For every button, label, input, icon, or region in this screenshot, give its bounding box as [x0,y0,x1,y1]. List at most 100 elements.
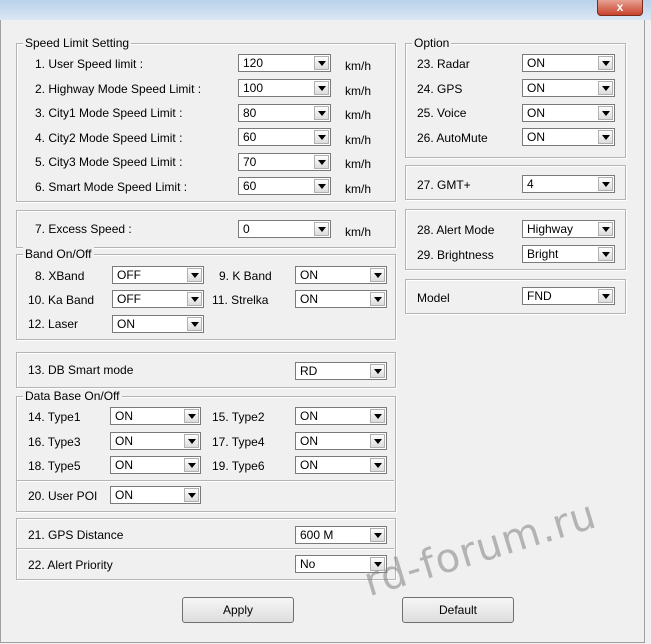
kaband-label: 10. Ka Band [28,293,95,307]
xband-label: 8. XBand [35,269,85,283]
voice-label: 25. Voice [417,106,467,120]
xband-select[interactable]: OFF [112,266,204,284]
chevron-down-icon [598,56,613,70]
chevron-down-icon [370,268,385,282]
city1-speed-unit: km/h [345,108,372,122]
chevron-down-icon [370,434,385,448]
close-icon: x [616,0,624,14]
chevron-down-icon [598,289,613,303]
city3-speed-label: 5. City3 Mode Speed Limit : [35,155,183,169]
db-smart-select[interactable]: RD [295,362,387,380]
chevron-down-icon [314,130,329,144]
highway-speed-label: 2. Highway Mode Speed Limit : [35,82,202,96]
chevron-down-icon [184,409,199,423]
voice-select[interactable]: ON [522,104,615,122]
speed-limit-legend: Speed Limit Setting [23,36,132,50]
chevron-down-icon [370,364,385,378]
type5-label: 18. Type5 [28,459,81,473]
user-poi-select[interactable]: ON [110,486,201,504]
type3-label: 16. Type3 [28,435,81,449]
chevron-down-icon [598,247,613,261]
type1-select[interactable]: ON [110,407,201,425]
type5-select[interactable]: ON [110,456,201,474]
type6-label: 19. Type6 [212,459,265,473]
excess-speed-label: 7. Excess Speed : [35,222,132,236]
automute-label: 26. AutoMute [417,131,488,145]
gps-distance-select[interactable]: 600 M [295,526,387,544]
alert-priority-label: 22. Alert Priority [28,558,113,572]
model-select[interactable]: FND [522,287,615,305]
gps-distance-label: 21. GPS Distance [28,528,124,542]
gps-label: 24. GPS [417,82,463,96]
strelka-select[interactable]: ON [295,290,387,308]
chevron-down-icon [598,222,613,236]
brightness-select[interactable]: Bright [522,245,615,263]
highway-speed-unit: km/h [345,84,372,98]
chevron-down-icon [187,317,202,331]
gps-alert-separator [17,548,394,550]
radar-label: 23. Radar [417,57,470,71]
type4-select[interactable]: ON [295,432,387,450]
type4-label: 17. Type4 [212,435,265,449]
excess-speed-select[interactable]: 0 [238,220,331,238]
kaband-select[interactable]: OFF [112,290,204,308]
alert-mode-label: 28. Alert Mode [417,223,495,237]
model-label: Model [417,291,450,305]
chevron-down-icon [314,56,329,70]
close-button[interactable]: x [597,0,643,16]
radar-select[interactable]: ON [522,54,615,72]
chevron-down-icon [184,434,199,448]
city1-speed-select[interactable]: 80 [238,104,331,122]
gps-select[interactable]: ON [522,79,615,97]
chevron-down-icon [187,292,202,306]
chevron-down-icon [370,409,385,423]
database-legend: Data Base On/Off [23,389,122,403]
chevron-down-icon [370,292,385,306]
chevron-down-icon [184,488,199,502]
laser-select[interactable]: ON [112,315,204,333]
user-speed-select[interactable]: 120 [238,54,331,72]
gmt-label: 27. GMT+ [417,178,471,192]
excess-speed-unit: km/h [345,225,372,239]
chevron-down-icon [370,528,385,542]
chevron-down-icon [598,130,613,144]
user-speed-unit: km/h [345,59,372,73]
type2-label: 15. Type2 [212,410,265,424]
city2-speed-select[interactable]: 60 [238,128,331,146]
type2-select[interactable]: ON [295,407,387,425]
smart-speed-unit: km/h [345,182,372,196]
user-poi-label: 20. User POI [28,489,98,503]
automute-select[interactable]: ON [522,128,615,146]
city2-speed-label: 4. City2 Mode Speed Limit : [35,131,183,145]
kband-label: 9. K Band [219,269,272,283]
user-speed-label: 1. User Speed limit : [35,57,144,71]
option-legend: Option [412,36,452,50]
alert-mode-select[interactable]: Highway [522,220,615,238]
db-smart-label: 13. DB Smart mode [28,363,134,377]
chevron-down-icon [314,106,329,120]
type3-select[interactable]: ON [110,432,201,450]
laser-label: 12. Laser [28,317,79,331]
chevron-down-icon [370,458,385,472]
chevron-down-icon [184,458,199,472]
kband-select[interactable]: ON [295,266,387,284]
chevron-down-icon [314,155,329,169]
highway-speed-select[interactable]: 100 [238,79,331,97]
chevron-down-icon [598,177,613,191]
brightness-label: 29. Brightness [417,248,494,262]
gmt-select[interactable]: 4 [522,175,615,193]
city3-speed-select[interactable]: 70 [238,153,331,171]
apply-button[interactable]: Apply [182,597,294,623]
chevron-down-icon [187,268,202,282]
type6-select[interactable]: ON [295,456,387,474]
default-button[interactable]: Default [402,597,514,623]
smart-speed-label: 6. Smart Mode Speed Limit : [35,180,188,194]
smart-speed-select[interactable]: 60 [238,177,331,195]
chevron-down-icon [314,222,329,236]
chevron-down-icon [314,179,329,193]
city3-speed-unit: km/h [345,157,372,171]
database-separator [17,480,394,482]
city1-speed-label: 3. City1 Mode Speed Limit : [35,106,183,120]
band-legend: Band On/Off [23,247,94,261]
title-bar: x [0,0,651,20]
